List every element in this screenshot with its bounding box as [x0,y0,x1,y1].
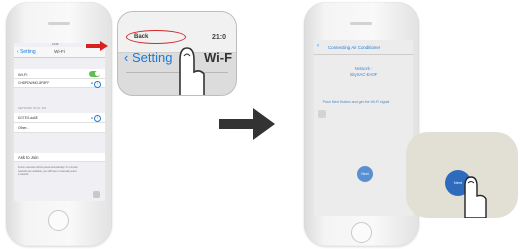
status-time: 21:06 [52,43,59,46]
wifi-settings-screen: 21:06 ‹ Setting Wi-Fi Wi-Fi CH8PDWMG-8F8… [14,43,105,201]
connecting-screen: ‹ Connecting Air Conditioner Network : S… [314,40,413,216]
footer-note: Known networks will be joined automatica… [18,166,78,176]
pointing-hand-icon [179,47,205,95]
network-name: DGTEG-aa5E [18,115,38,120]
home-button[interactable] [48,210,69,231]
connected-network-name: CH8PDWMG-8F8FF [18,81,50,85]
lock-icon: ● [90,81,93,85]
other-network-label: Other... [18,125,30,130]
zoom-back-button[interactable]: ‹ Setting [124,50,172,65]
speaker [48,22,70,25]
zoom-time: 21:0 [211,34,226,41]
wifi-toggle-row: Wi-Fi [14,69,105,79]
ask-to-join-row: Ask to Join [14,153,105,162]
chevron-left-icon[interactable]: ‹ [317,43,319,49]
next-button[interactable]: Next [357,166,373,182]
zoom-callout-back: Back 21:0 ‹ Setting Wi-F [117,11,237,96]
zoom-title: Wi-F [204,50,233,65]
info-icon[interactable]: i [94,115,101,122]
pointing-hand-icon [464,176,487,218]
lock-icon: ● [90,115,93,120]
zoom-back-label: Setting [131,50,173,65]
section-header: NETWORK IN No. 501 [18,106,47,110]
red-arrow-icon [86,41,108,51]
network-name: SkySAC-EA0F [349,72,378,77]
network-row[interactable]: DGTEG-aa5E ● i [14,113,105,123]
assistive-touch-icon[interactable] [93,191,100,198]
home-button[interactable] [351,222,372,243]
wifi-toggle-label: Wi-Fi [18,71,28,77]
network-label: Network : [354,66,373,71]
info-icon[interactable]: i [94,80,101,88]
next-step-arrow-icon [219,108,275,140]
ask-to-join-label: Ask to Join [18,155,39,160]
assistive-touch-icon[interactable] [318,110,326,118]
wifi-toggle[interactable] [89,70,100,77]
page-title: Connecting Air Conditioner [328,45,381,50]
connected-network-row[interactable]: CH8PDWMG-8F8FF ● i [14,79,105,88]
nav-bar: ‹ Connecting Air Conditioner [314,40,413,55]
other-network-row[interactable]: Other... [14,123,105,133]
speaker [350,22,372,25]
instruction-text: Push Next Button and get the Wi-Fi signa… [322,100,390,104]
